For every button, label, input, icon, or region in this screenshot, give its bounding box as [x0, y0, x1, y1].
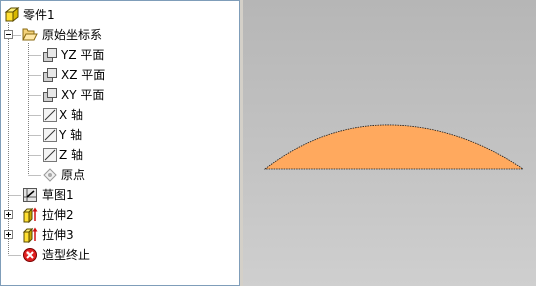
part-cube-icon: [4, 7, 20, 23]
tree-item-label: Y 轴: [59, 128, 83, 142]
tree-item-label: 零件1: [23, 8, 55, 22]
tree-item-part[interactable]: 零件1: [1, 5, 239, 25]
tree-item-xy-plane[interactable]: XY 平面: [1, 85, 239, 105]
expand-toggle-icon[interactable]: [4, 230, 13, 239]
axis-icon: [42, 107, 58, 123]
tree-item-extrude2[interactable]: 拉伸2: [1, 205, 239, 225]
tree-item-y-axis[interactable]: Y 轴: [1, 125, 239, 145]
tree-item-label: XZ 平面: [61, 68, 106, 82]
tree-item-label: YZ 平面: [61, 48, 105, 62]
folder-open-icon: [22, 27, 38, 43]
tree-item-label: 草图1: [42, 188, 74, 202]
tree-item-yz-plane[interactable]: YZ 平面: [1, 45, 239, 65]
axis-icon: [42, 147, 58, 163]
tree-item-label: 拉伸2: [42, 208, 74, 222]
tree-item-label: 原始坐标系: [42, 28, 103, 42]
origin-point-icon: [42, 167, 58, 183]
tree-item-label: 造型终止: [42, 248, 91, 262]
collapse-toggle-icon[interactable]: [4, 30, 13, 39]
extrude-icon: [22, 227, 38, 243]
extruded-arc-shape[interactable]: [263, 124, 525, 170]
tree-item-extrude3[interactable]: 拉伸3: [1, 225, 239, 245]
end-of-part-icon: [22, 247, 38, 263]
tree-item-label: X 轴: [59, 108, 84, 122]
tree-item-xz-plane[interactable]: XZ 平面: [1, 65, 239, 85]
tree-item-x-axis[interactable]: X 轴: [1, 105, 239, 125]
tree-item-origin-point[interactable]: 原点: [1, 165, 239, 185]
tree-item-end-of-part[interactable]: 造型终止: [1, 245, 239, 265]
part-modeler-window: 零件1 原始坐标系 YZ 平面 XZ 平面 XY 平面 X 轴 Y 轴 Z 轴 …: [0, 0, 536, 286]
axis-icon: [42, 127, 58, 143]
model-browser-tree[interactable]: 零件1 原始坐标系 YZ 平面 XZ 平面 XY 平面 X 轴 Y 轴 Z 轴 …: [0, 0, 240, 286]
tree-item-z-axis[interactable]: Z 轴: [1, 145, 239, 165]
tree-item-label: 原点: [61, 168, 86, 182]
tree-item-label: 拉伸3: [42, 228, 74, 242]
extrude-icon: [22, 207, 38, 223]
plane-icon: [42, 67, 58, 83]
plane-icon: [42, 47, 58, 63]
graphics-viewport[interactable]: [243, 0, 536, 286]
sketch-icon: [22, 187, 38, 203]
expand-toggle-icon[interactable]: [4, 210, 13, 219]
tree-item-label: Z 轴: [59, 148, 84, 162]
model-viewport-canvas: [263, 124, 525, 170]
tree-item-label: XY 平面: [61, 88, 105, 102]
tree-item-sketch1[interactable]: 草图1: [1, 185, 239, 205]
plane-icon: [42, 87, 58, 103]
tree-item-origin-folder[interactable]: 原始坐标系: [1, 25, 239, 45]
